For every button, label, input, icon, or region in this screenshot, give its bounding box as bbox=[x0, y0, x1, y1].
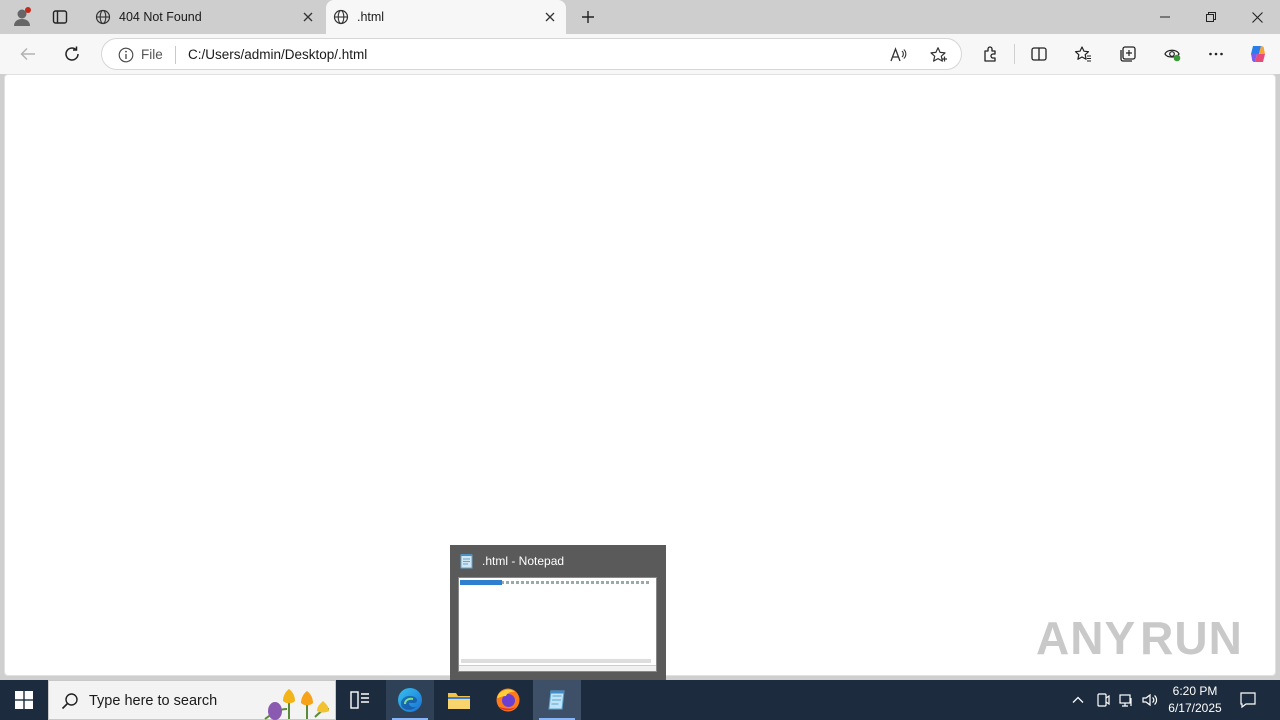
anyrun-watermark: ANY RUN bbox=[1036, 605, 1242, 671]
browser-tab-strip: 404 Not Found .html bbox=[0, 0, 1280, 34]
taskbar: Type here to search 6:20 PM 6/17/2025 bbox=[0, 680, 1280, 720]
start-button[interactable] bbox=[0, 680, 48, 720]
network-icon[interactable] bbox=[1116, 690, 1136, 710]
favorite-star-icon[interactable] bbox=[928, 45, 948, 65]
browser-toolbar: File C:/Users/admin/Desktop/.html bbox=[0, 34, 1280, 74]
address-separator bbox=[175, 46, 176, 64]
edge-icon bbox=[398, 688, 422, 712]
close-window-button[interactable] bbox=[1234, 0, 1280, 34]
collections-icon[interactable] bbox=[1116, 42, 1140, 66]
scheme-label: File bbox=[141, 47, 163, 62]
clock-date: 6/17/2025 bbox=[1168, 701, 1222, 715]
folder-icon bbox=[448, 693, 470, 709]
notepad-icon bbox=[548, 690, 565, 710]
notepad-thumbnail-preview[interactable]: .html - Notepad bbox=[450, 545, 666, 680]
taskbar-edge-button[interactable] bbox=[386, 680, 434, 720]
watermark-left-text: ANY bbox=[1036, 612, 1137, 664]
minimize-button[interactable] bbox=[1142, 0, 1188, 34]
task-view-button[interactable] bbox=[336, 680, 384, 720]
tab-actions-icon[interactable] bbox=[48, 5, 72, 29]
tab-title: .html bbox=[357, 10, 385, 24]
task-view-icon bbox=[350, 691, 369, 709]
notifications-icon[interactable] bbox=[1238, 690, 1258, 710]
info-icon[interactable] bbox=[118, 47, 134, 63]
browser-essentials-icon[interactable] bbox=[1160, 42, 1184, 66]
system-clock[interactable]: 6:20 PM 6/17/2025 bbox=[1163, 683, 1227, 717]
preview-selection bbox=[460, 580, 502, 585]
close-tab-icon[interactable] bbox=[540, 7, 560, 27]
taskbar-search-box[interactable]: Type here to search bbox=[48, 680, 336, 720]
volume-icon[interactable] bbox=[1140, 690, 1160, 710]
new-tab-icon[interactable] bbox=[576, 5, 600, 29]
tab-404-not-found[interactable]: 404 Not Found bbox=[88, 0, 324, 34]
close-tab-icon[interactable] bbox=[298, 7, 318, 27]
notepad-window-preview bbox=[458, 577, 657, 672]
search-placeholder: Type here to search bbox=[89, 693, 218, 709]
globe-icon bbox=[333, 9, 349, 25]
windows-logo-icon bbox=[15, 691, 33, 709]
search-icon bbox=[61, 692, 79, 710]
extensions-icon[interactable] bbox=[979, 42, 1003, 66]
split-screen-icon[interactable] bbox=[1027, 42, 1051, 66]
globe-icon bbox=[95, 9, 111, 25]
taskbar-notepad-button[interactable] bbox=[533, 680, 581, 720]
restore-button[interactable] bbox=[1188, 0, 1234, 34]
notepad-icon bbox=[459, 553, 475, 569]
preview-status-bar bbox=[459, 665, 656, 671]
profile-icon[interactable] bbox=[10, 5, 34, 29]
watermark-right-text: RUN bbox=[1140, 612, 1243, 664]
clock-time: 6:20 PM bbox=[1172, 684, 1218, 698]
address-bar[interactable]: File C:/Users/admin/Desktop/.html bbox=[101, 38, 962, 70]
read-aloud-icon[interactable] bbox=[888, 45, 908, 65]
search-highlight-flowers-icon bbox=[264, 689, 330, 720]
meet-now-icon[interactable] bbox=[1093, 690, 1113, 710]
refresh-button[interactable] bbox=[58, 40, 86, 68]
more-options-icon[interactable] bbox=[1204, 42, 1228, 66]
tab-title: 404 Not Found bbox=[119, 10, 202, 24]
desktop-screen: 404 Not Found .html File C:/Users/admin/… bbox=[0, 0, 1280, 720]
url-text[interactable]: C:/Users/admin/Desktop/.html bbox=[188, 47, 367, 62]
preview-scrollbar bbox=[461, 659, 651, 663]
copilot-icon[interactable] bbox=[1246, 42, 1270, 66]
taskbar-firefox-button[interactable] bbox=[484, 680, 532, 720]
taskbar-file-explorer-button[interactable] bbox=[435, 680, 483, 720]
back-button[interactable] bbox=[14, 40, 42, 68]
tab-html[interactable]: .html bbox=[326, 0, 566, 34]
chevron-up-icon[interactable] bbox=[1068, 690, 1088, 710]
toolbar-separator bbox=[1014, 44, 1015, 64]
thumbnail-title: .html - Notepad bbox=[482, 554, 565, 568]
favorites-icon[interactable] bbox=[1071, 42, 1095, 66]
firefox-icon bbox=[496, 688, 520, 712]
